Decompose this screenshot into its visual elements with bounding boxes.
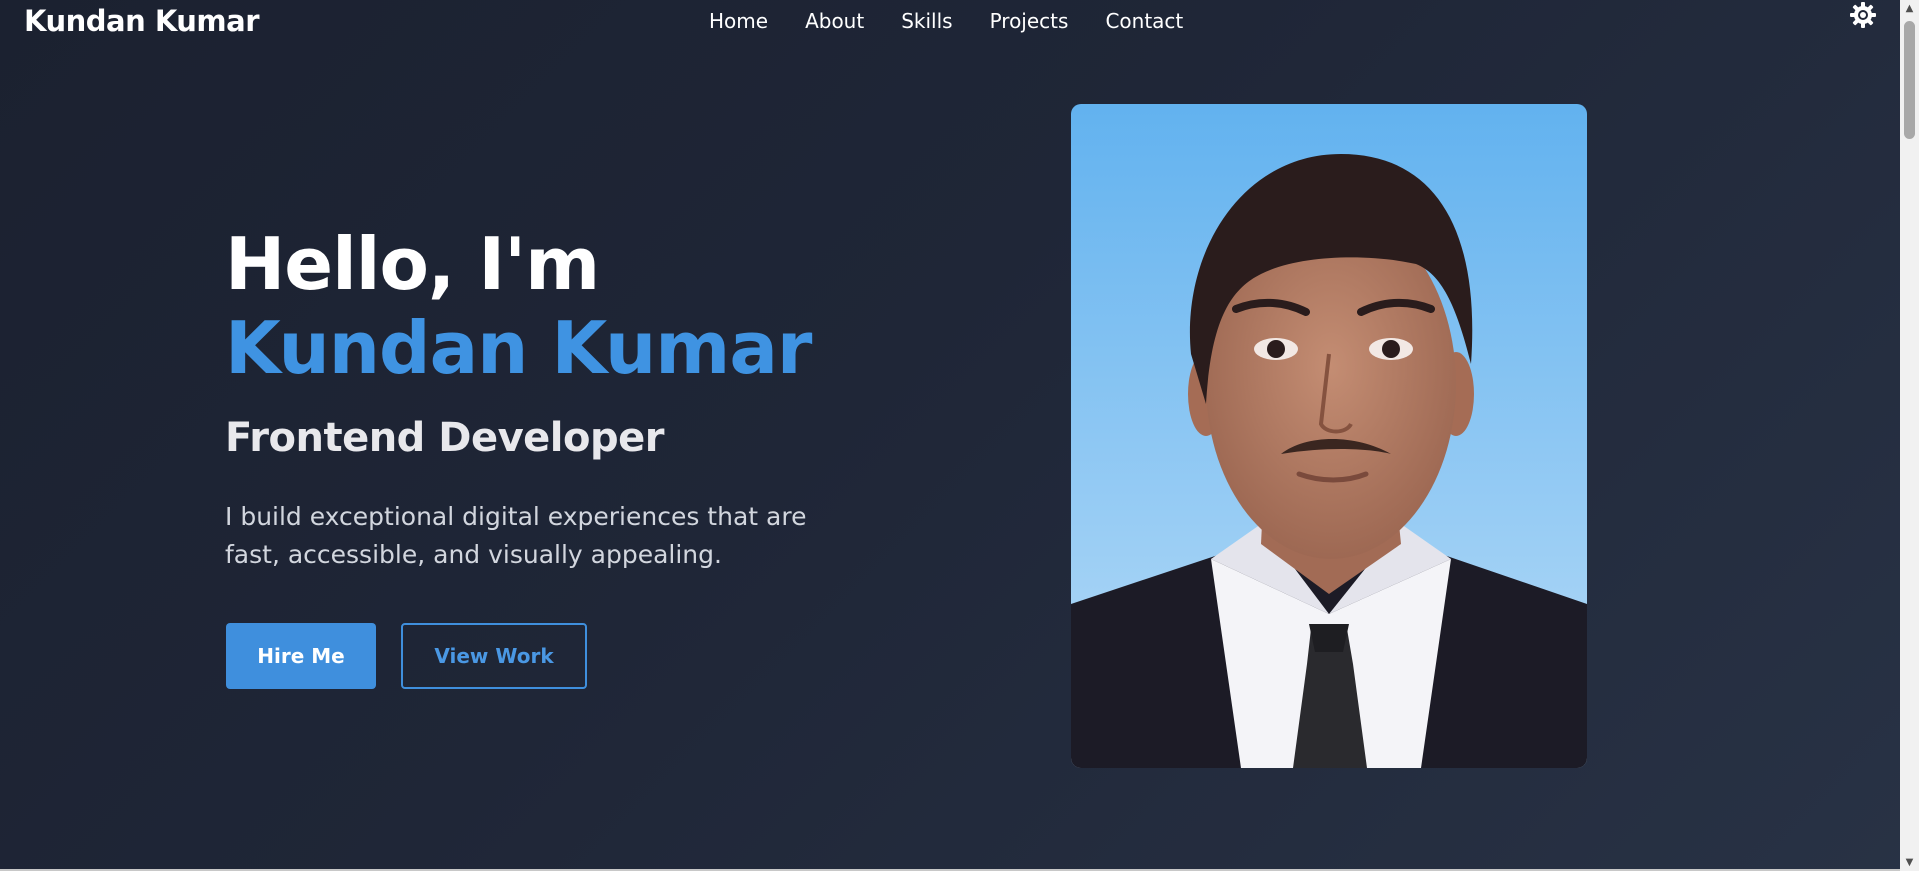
page: Kundan Kumar Home About Skills Projects … [0,0,1900,871]
hero-role: Frontend Developer [225,415,664,461]
nav-link-projects[interactable]: Projects [990,9,1069,33]
arrow-down-icon[interactable]: ▼ [1900,854,1919,871]
arrow-up-icon[interactable]: ▲ [1900,0,1919,17]
brand-logo[interactable]: Kundan Kumar [24,4,260,38]
hero-title: Hello, I'm Kundan Kumar [225,222,905,390]
gear-icon [1850,2,1876,28]
theme-toggle-button[interactable] [1849,1,1877,29]
hero-name-last: Kumar [551,306,813,390]
hero-greeting: Hello, I'm [225,222,600,306]
nav-link-contact[interactable]: Contact [1105,9,1183,33]
nav-link-home[interactable]: Home [709,9,768,33]
profile-portrait-illustration [1071,104,1587,768]
main-nav: Home About Skills Projects Contact [709,9,1220,33]
profile-photo [1071,104,1587,768]
nav-link-about[interactable]: About [805,9,864,33]
hero-name-first: Kundan [225,306,528,390]
hire-me-button[interactable]: Hire Me [226,623,376,689]
scrollbar-thumb[interactable] [1904,21,1915,139]
nav-link-skills[interactable]: Skills [901,9,952,33]
hero-description: I build exceptional digital experiences … [225,502,807,569]
vertical-scrollbar[interactable]: ▲ ▼ [1900,0,1919,871]
view-work-button[interactable]: View Work [401,623,587,689]
